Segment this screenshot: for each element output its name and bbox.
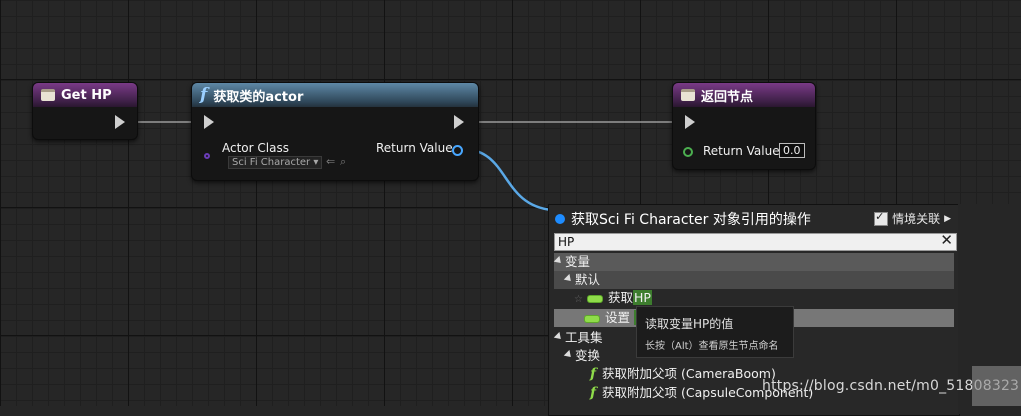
return-icon: [681, 89, 695, 101]
exec-in-pin[interactable]: [204, 115, 214, 129]
get-hp-node[interactable]: Get HP: [32, 82, 138, 140]
function-icon: f: [590, 366, 597, 382]
menu-title: 获取Sci Fi Character 对象引用的操作: [555, 209, 811, 229]
exec-in-pin[interactable]: [685, 115, 695, 129]
tooltip-line-2: 长按（Alt）查看原生节点命名: [645, 341, 779, 352]
collapse-arrow-icon: [563, 349, 574, 360]
collapse-arrow-icon: [563, 273, 574, 284]
context-sensitive-toggle[interactable]: 情境关联 ▶: [874, 210, 951, 227]
category-default[interactable]: 默认: [554, 271, 954, 289]
get-hp-title: Get HP: [61, 87, 112, 103]
function-icon: f: [590, 385, 597, 401]
float-variable-icon: [586, 294, 603, 303]
favorite-star-icon[interactable]: ☆: [574, 294, 583, 305]
return-value-input[interactable]: 0.0: [779, 143, 805, 158]
tooltip: 读取变量HP的值 长按（Alt）查看原生节点命名: [636, 306, 794, 358]
collapse-arrow-icon: [553, 331, 564, 342]
return-value-label: Return Value: [376, 141, 453, 155]
get-actor-header[interactable]: f 获取类的actor: [192, 83, 478, 107]
object-pin-icon: [555, 214, 565, 224]
return-node-title: 返回节点: [701, 89, 754, 105]
get-hp-header[interactable]: Get HP: [33, 83, 137, 107]
return-value-pin[interactable]: [452, 145, 463, 156]
search-input[interactable]: HP ✕: [554, 232, 957, 251]
exec-out-pin[interactable]: [115, 115, 125, 129]
get-actor-of-class-node[interactable]: f 获取类的actor Actor Class Sci Fi Character…: [191, 82, 479, 181]
return-node-header[interactable]: 返回节点: [673, 83, 815, 107]
actor-class-pin[interactable]: [204, 153, 210, 159]
get-actor-title: 获取类的actor: [213, 89, 304, 105]
search-icon[interactable]: ⌕: [340, 155, 346, 169]
tooltip-line-1: 读取变量HP的值: [645, 317, 734, 331]
category-variables[interactable]: 变量: [553, 253, 954, 271]
checkbox-icon[interactable]: [874, 210, 889, 226]
return-float-pin[interactable]: [683, 147, 693, 157]
exec-out-pin[interactable]: [454, 115, 464, 129]
clear-icon[interactable]: ✕: [940, 232, 953, 248]
return-node[interactable]: 返回节点 Return Value 0.0: [672, 82, 816, 170]
float-variable-icon: [584, 314, 600, 323]
event-icon: [41, 89, 55, 101]
actor-class-dropdown[interactable]: Sci Fi Character ▾: [228, 156, 323, 169]
function-icon: f: [200, 85, 208, 105]
browse-arrow-icon[interactable]: ⇐: [326, 155, 335, 168]
corner-logo: [972, 366, 1021, 406]
actor-class-label: Actor Class: [222, 141, 289, 155]
collapse-arrow-icon: [553, 255, 564, 266]
chevron-down-icon: ▾: [313, 157, 319, 168]
menu-item-get-hp[interactable]: ☆ 获取HP: [554, 289, 954, 307]
return-value-label: Return Value: [703, 144, 780, 158]
chevron-right-icon: ▶: [944, 213, 951, 224]
